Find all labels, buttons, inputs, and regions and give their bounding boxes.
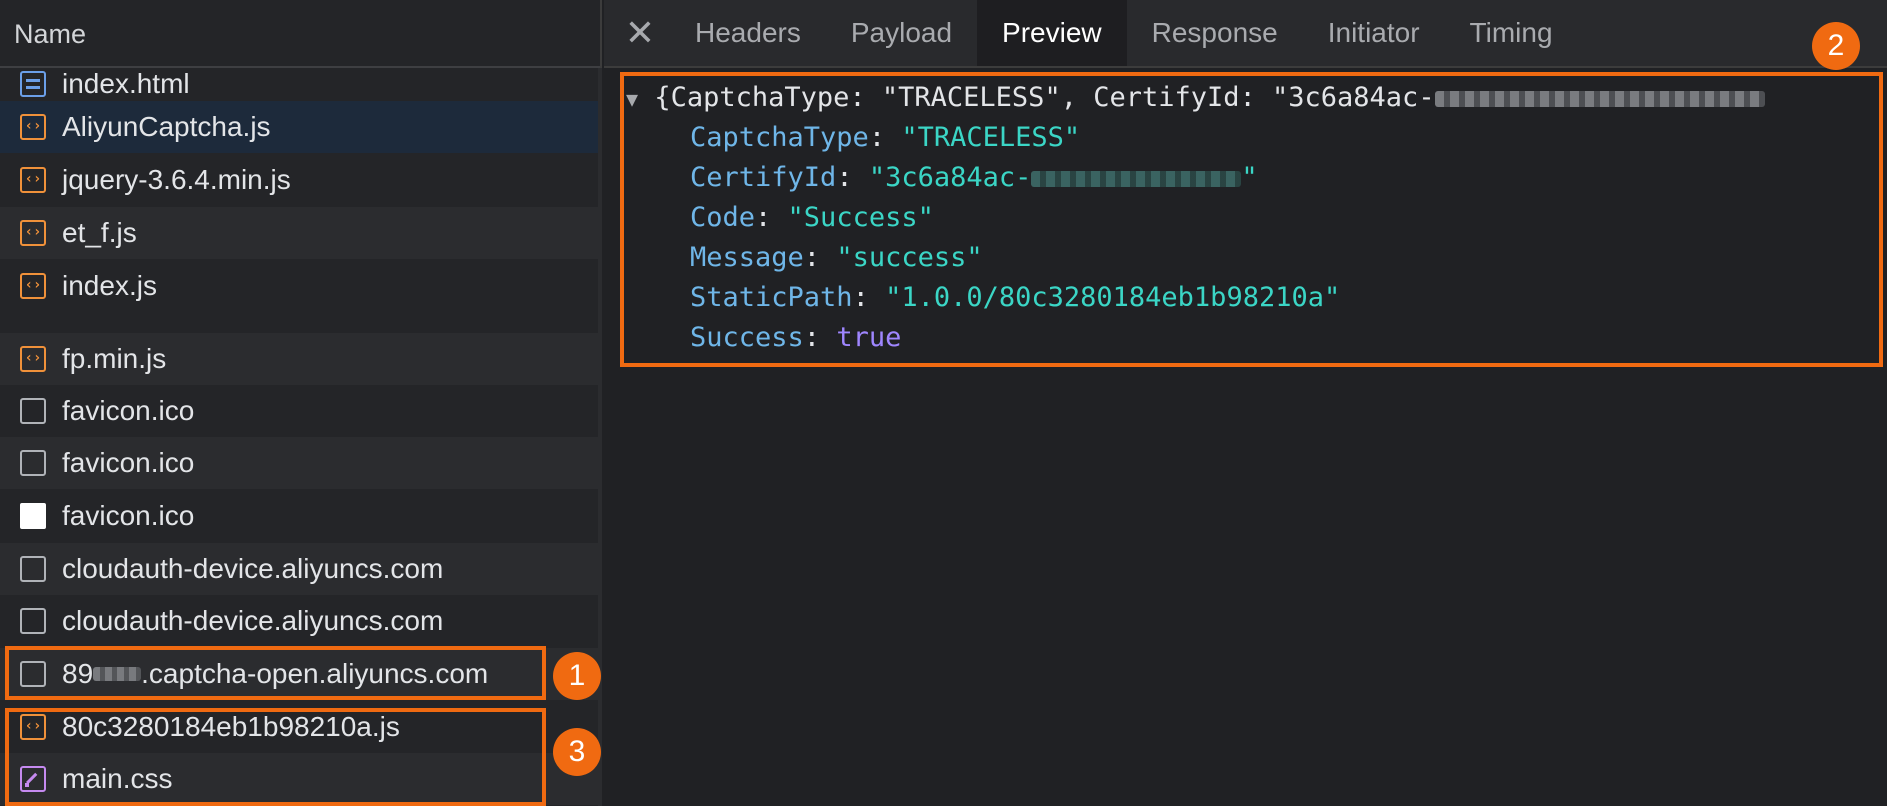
request-name: index.js: [62, 270, 157, 301]
script-icon: ‹›: [20, 273, 46, 299]
script-icon: ‹›: [20, 346, 46, 372]
request-row[interactable]: ‹› fp.min.js: [0, 333, 600, 385]
blank-file-icon: [20, 556, 46, 582]
request-row[interactable]: cloudauth-device.aliyuncs.com: [0, 595, 600, 647]
annotation-badge-2: 2: [1812, 22, 1860, 70]
scrollbar[interactable]: [598, 68, 602, 806]
tab-timing[interactable]: Timing: [1445, 0, 1578, 66]
request-row[interactable]: cloudauth-device.aliyuncs.com: [0, 543, 600, 595]
request-name: AliyunCaptcha.js: [62, 111, 271, 142]
highlight-box-3: [5, 708, 546, 806]
request-name: favicon.ico: [62, 395, 195, 426]
tab-response[interactable]: Response: [1127, 0, 1303, 66]
annotation-badge-1: 1: [553, 652, 601, 700]
request-name: et_f.js: [62, 217, 137, 248]
close-icon[interactable]: ✕: [610, 13, 670, 54]
request-name: jquery-3.6.4.min.js: [62, 164, 291, 195]
tab-preview[interactable]: Preview: [977, 0, 1127, 66]
script-icon: ‹›: [20, 167, 46, 193]
request-name: fp.min.js: [62, 343, 167, 374]
detail-tab-bar: ✕ Headers Payload Preview Response Initi…: [604, 0, 1887, 68]
image-icon: [20, 503, 46, 529]
tab-payload[interactable]: Payload: [826, 0, 977, 66]
request-name: cloudauth-device.aliyuncs.com: [62, 553, 444, 584]
highlight-box-1: [5, 646, 546, 700]
request-row[interactable]: ‹› jquery-3.6.4.min.js: [0, 154, 600, 206]
request-name: favicon.ico: [62, 447, 195, 478]
blank-file-icon: [20, 608, 46, 634]
annotation-badge-3: 3: [553, 728, 601, 776]
request-row[interactable]: favicon.ico: [0, 385, 600, 437]
document-icon: [20, 71, 46, 97]
request-row[interactable]: ‹› et_f.js: [0, 207, 600, 259]
blank-file-icon: [20, 450, 46, 476]
tab-initiator[interactable]: Initiator: [1303, 0, 1445, 66]
script-icon: ‹›: [20, 114, 46, 140]
request-name: index.html: [62, 68, 190, 99]
request-row[interactable]: favicon.ico: [0, 437, 600, 489]
request-name: cloudauth-device.aliyuncs.com: [62, 605, 444, 636]
highlight-box-2: [620, 72, 1883, 367]
request-row[interactable]: favicon.ico: [0, 490, 600, 542]
request-row[interactable]: ‹› AliyunCaptcha.js: [0, 101, 600, 153]
tab-headers[interactable]: Headers: [670, 0, 826, 66]
script-icon: ‹›: [20, 220, 46, 246]
request-name: favicon.ico: [62, 500, 195, 531]
request-row[interactable]: ‹› index.js: [0, 260, 600, 312]
blank-file-icon: [20, 398, 46, 424]
